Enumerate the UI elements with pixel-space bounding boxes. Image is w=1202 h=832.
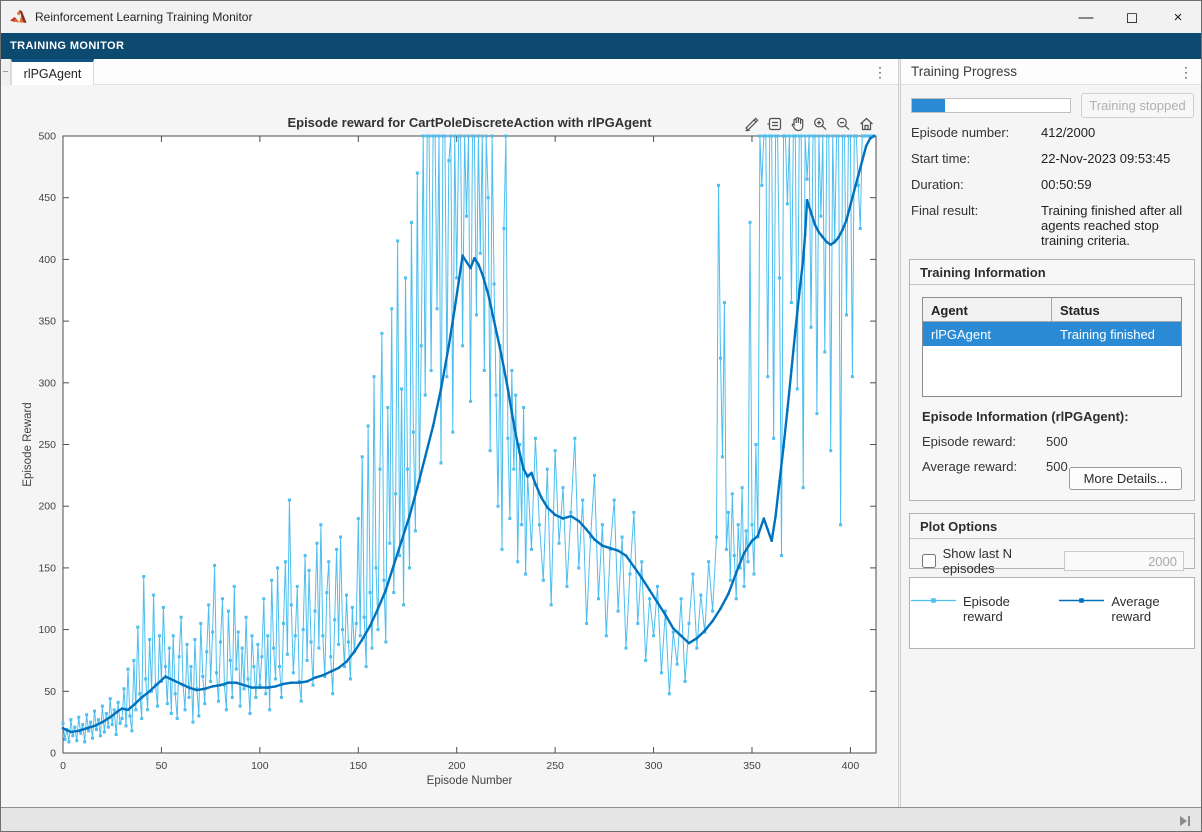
- skip-to-end-icon[interactable]: [1176, 813, 1194, 829]
- field-label: Start time:: [911, 151, 1041, 166]
- app-window: Reinforcement Learning Training Monitor …: [0, 0, 1202, 832]
- svg-text:0: 0: [60, 760, 66, 772]
- svg-text:150: 150: [350, 760, 368, 772]
- field-label: Duration:: [911, 177, 1041, 192]
- svg-text:300: 300: [645, 760, 663, 772]
- agents-table: Agent Status rlPGAgent Training finished: [922, 297, 1182, 397]
- svg-text:0: 0: [50, 748, 56, 760]
- toolstrip-label: TRAINING MONITOR: [10, 40, 124, 52]
- training-stopped-button[interactable]: Training stopped: [1081, 93, 1194, 118]
- legend-entry-average-reward: Average reward: [1058, 594, 1194, 648]
- column-header-status: Status: [1052, 298, 1181, 322]
- start-time-value: 22-Nov-2023 09:53:45: [1041, 151, 1201, 166]
- svg-text:50: 50: [44, 686, 56, 698]
- svg-text:500: 500: [38, 131, 56, 143]
- svg-text:100: 100: [251, 760, 269, 772]
- export-icon[interactable]: [741, 114, 761, 133]
- svg-text:200: 200: [448, 760, 466, 772]
- tab-rlpgagent[interactable]: rlPGAgent: [11, 59, 94, 85]
- table-empty-area: [923, 346, 1181, 396]
- training-progress-panel: Training stopped Episode number: 412/200…: [901, 85, 1202, 807]
- panel-overflow-menu[interactable]: ⋮: [1175, 61, 1197, 83]
- n-episodes-input[interactable]: [1064, 551, 1184, 571]
- show-last-n-label: Show last N episodes: [943, 546, 1064, 576]
- svg-text:Episode Reward: Episode Reward: [22, 402, 34, 486]
- tabstrip-grip-handle[interactable]: [1, 59, 11, 85]
- restore-view-icon[interactable]: [856, 114, 876, 133]
- average-reward-label: Average reward:: [922, 459, 1046, 474]
- legend-entry-episode-reward: Episode reward: [910, 594, 1044, 648]
- more-details-button[interactable]: More Details...: [1069, 467, 1182, 490]
- reward-chart: 0 50 100 150 200 250 300 350 400 0 50 100 150 200 250 3…: [1, 85, 898, 807]
- progress-fields: Episode number: 412/2000 Start time: 22-…: [911, 125, 1197, 248]
- chart-legend: Episode reward Average reward: [909, 577, 1195, 649]
- column-header-agent: Agent: [923, 298, 1052, 322]
- toolstrip-tab-training-monitor[interactable]: TRAINING MONITOR: [1, 33, 1201, 59]
- legend-label: Episode reward: [963, 594, 1045, 624]
- datatips-icon[interactable]: [764, 114, 784, 133]
- training-information-group: Training Information Agent Status rlPGAg…: [909, 259, 1195, 501]
- progress-fill: [912, 99, 945, 112]
- document-tabstrip: rlPGAgent ⋮: [1, 59, 898, 85]
- svg-text:450: 450: [38, 192, 56, 204]
- training-progress-bar: [911, 98, 1071, 113]
- show-last-n-checkbox[interactable]: [922, 554, 936, 568]
- close-button[interactable]: ×: [1155, 1, 1201, 33]
- svg-text:50: 50: [156, 760, 168, 772]
- episode-reward-label: Episode reward:: [922, 434, 1046, 449]
- pan-icon[interactable]: [787, 114, 807, 133]
- svg-text:350: 350: [38, 316, 56, 328]
- svg-text:100: 100: [38, 624, 56, 636]
- svg-text:Episode reward for CartPoleDis: Episode reward for CartPoleDiscreteActio…: [287, 115, 652, 130]
- field-label: Episode number:: [911, 125, 1041, 140]
- minimize-button[interactable]: —: [1063, 1, 1109, 33]
- duration-value: 00:50:59: [1041, 177, 1201, 192]
- table-row[interactable]: rlPGAgent Training finished: [923, 322, 1181, 346]
- group-title: Training Information: [910, 260, 1194, 285]
- group-title: Plot Options: [910, 514, 1194, 539]
- panel-title: Training Progress: [911, 64, 1202, 79]
- statusbar: [1, 807, 1201, 832]
- episode-number-value: 412/2000: [1041, 125, 1201, 140]
- svg-text:250: 250: [546, 760, 564, 772]
- plot-panel: 0 50 100 150 200 250 300 350 400 0 50 100 150 200 250 3…: [1, 85, 898, 807]
- zoom-out-icon[interactable]: [833, 114, 853, 133]
- tabstrip-overflow-menu[interactable]: ⋮: [869, 61, 891, 83]
- window-title: Reinforcement Learning Training Monitor: [35, 10, 1063, 24]
- field-label: Final result:: [911, 203, 1041, 248]
- svg-text:250: 250: [38, 439, 56, 451]
- agent-cell: rlPGAgent: [923, 327, 1052, 342]
- svg-text:Episode Number: Episode Number: [427, 775, 513, 787]
- average-reward-line-sample: [1058, 594, 1105, 607]
- status-cell: Training finished: [1052, 327, 1181, 342]
- training-progress-header: Training Progress ⋮: [901, 59, 1202, 85]
- zoom-in-icon[interactable]: [810, 114, 830, 133]
- svg-text:150: 150: [38, 562, 56, 574]
- table-header-row: Agent Status: [923, 298, 1181, 322]
- titlebar: Reinforcement Learning Training Monitor …: [1, 1, 1201, 33]
- final-result-value: Training finished after all agents reach…: [1041, 203, 1201, 248]
- episode-reward-value: 500: [1046, 434, 1182, 449]
- svg-text:350: 350: [743, 760, 761, 772]
- svg-text:400: 400: [38, 254, 56, 266]
- episode-information-title: Episode Information (rlPGAgent):: [922, 409, 1182, 424]
- svg-text:200: 200: [38, 501, 56, 513]
- svg-text:400: 400: [842, 760, 860, 772]
- legend-label: Average reward: [1111, 594, 1194, 624]
- maximize-button[interactable]: ◻: [1109, 1, 1155, 33]
- svg-text:300: 300: [38, 377, 56, 389]
- plot-options-group: Plot Options Show last N episodes: [909, 513, 1195, 569]
- matlab-logo-icon: [10, 9, 27, 25]
- episode-reward-line-sample: [910, 594, 957, 607]
- axes-toolbar: [739, 113, 878, 134]
